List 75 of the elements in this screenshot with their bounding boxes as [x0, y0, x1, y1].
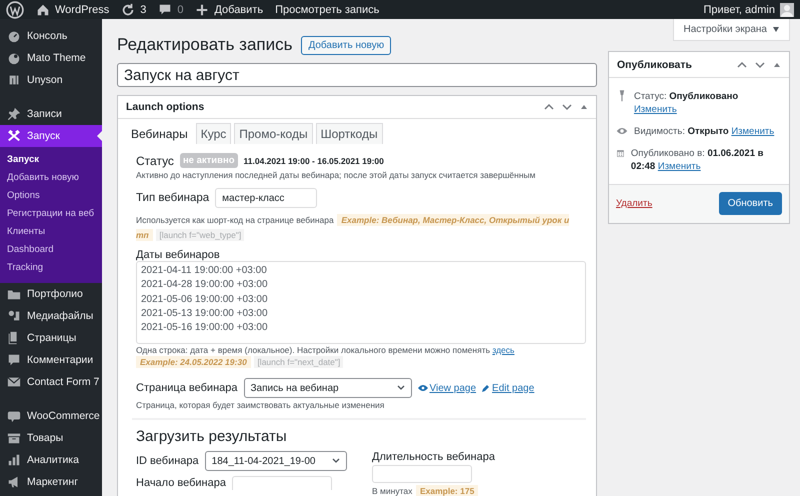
- tab[interactable]: Шорткоды: [316, 123, 383, 144]
- sidebar-menu-item[interactable]: Медиафайлы: [0, 305, 102, 327]
- webinar-type-field[interactable]: мастер-класс: [215, 188, 318, 208]
- sidebar-menu-item[interactable]: Страницы: [0, 327, 102, 349]
- screen-options-button[interactable]: Настройки экрана: [672, 19, 790, 41]
- sidebar-menu-item[interactable]: Mato Theme: [0, 47, 102, 69]
- help-text: В минутах: [372, 486, 412, 496]
- post-title-field[interactable]: Запуск на август: [117, 63, 597, 87]
- sidebar-menu-item[interactable]: Маркетинг: [0, 471, 102, 493]
- field-label: Начало вебинара: [136, 477, 226, 489]
- panel-title: Опубликовать: [617, 58, 693, 70]
- submenu-item[interactable]: Dashboard: [0, 241, 102, 259]
- date-range-text: 11.04.2021 19:00 - 16.05.2021 19:00: [244, 156, 384, 166]
- sidebar-menu-item[interactable]: Записи: [0, 103, 102, 125]
- field-label: Тип вебинара: [136, 192, 210, 204]
- status-badge: не активно: [180, 153, 238, 168]
- sidebar-menu-item[interactable]: WooCommerce: [0, 405, 102, 427]
- site-name-link[interactable]: WordPress: [55, 4, 110, 16]
- sidebar-menu-item[interactable]: Комментарии: [0, 349, 102, 371]
- submenu-item[interactable]: Запуск: [0, 151, 102, 169]
- submenu-item[interactable]: Tracking: [0, 259, 102, 277]
- sidebar-menu-item[interactable]: Консоль: [0, 25, 102, 47]
- submenu-item[interactable]: Добавить новую: [0, 169, 102, 187]
- sidebar-menu-item[interactable]: Аналитика: [0, 449, 102, 471]
- date-line: 2021-04-28 19:00:00 +03:00: [141, 278, 268, 292]
- shortcode-text: [launch f="next_date"]: [254, 356, 344, 368]
- help-text: Активно до наступления последней даты вебинара; после этой даты запуск считается завершённым: [136, 170, 536, 180]
- update-button[interactable]: Обновить: [718, 192, 782, 215]
- edit-page-link[interactable]: Edit page: [482, 382, 534, 394]
- field-label: ID вебинара: [136, 455, 199, 467]
- help-text: Страница, которая будет заимствовать актуальные изменения: [136, 400, 386, 410]
- view-post-link[interactable]: Просмотреть запись: [275, 4, 380, 16]
- field-label: Длительность вебинара: [372, 451, 495, 463]
- field-label: Статус: [136, 154, 174, 168]
- sidebar-menu-item[interactable]: Unyson: [0, 69, 102, 91]
- date-line: 2021-05-16 19:00:00 +03:00: [141, 321, 268, 336]
- date-line: 2021-05-13 19:00:00 +03:00: [141, 306, 268, 321]
- publish-info-text: Статус: Опубликовано Изменить: [634, 90, 740, 116]
- webinar-page-select[interactable]: Запись на вебинар: [244, 378, 412, 398]
- help-text: Используется как шорт-код на странице вебинара: [136, 215, 334, 225]
- example-text: Example: 24.05.2022 19:30: [136, 356, 251, 368]
- help-text: Одна строка: дата + время (локальное). Настройки локального времени можно поменять здесь: [136, 345, 516, 355]
- updates-count[interactable]: 3: [140, 4, 146, 16]
- greeting-text[interactable]: Привет, admin: [703, 4, 775, 16]
- date-line: 2021-04-11 19:00:00 +03:00: [141, 264, 268, 278]
- edit-link[interactable]: Изменить: [731, 126, 774, 137]
- publish-info-text: Видимость: Открыто Изменить: [634, 125, 774, 138]
- comments-count[interactable]: 0: [177, 4, 184, 16]
- sidebar-menu-item[interactable]: Портфолио: [0, 283, 102, 305]
- tab[interactable]: Промо-коды: [234, 123, 313, 144]
- field-label: Даты вебинаров: [136, 249, 221, 261]
- delete-link[interactable]: Удалить: [616, 198, 652, 209]
- field-label: Страница вебинара: [136, 382, 238, 394]
- page-title: Редактировать запись: [117, 35, 292, 55]
- submenu-item[interactable]: Клиенты: [0, 223, 102, 241]
- shortcode-text: [launch f="web_type"]: [156, 229, 244, 241]
- example-text: Example: 175: [416, 485, 478, 496]
- publish-info-text: Опубликовано в: 01.06.2021 в 02:48 Изменить: [630, 147, 764, 173]
- webinar-dates-textarea[interactable]: 2021-04-11 19:00:00 +03:00 2021-04-28 19:00:00 +03:00 2021-05-06 19:00:00 +03:00 2021-05-13 19:00:00 +03:00 2021-05-16 19:00:00 +03:00: [136, 261, 586, 344]
- edit-link[interactable]: Изменить: [634, 104, 677, 115]
- submenu-item[interactable]: Регистрации на веб: [0, 205, 102, 223]
- add-new-button[interactable]: Добавить новую: [301, 36, 392, 54]
- submenu-item[interactable]: Options: [0, 187, 102, 205]
- edit-link[interactable]: Изменить: [658, 161, 701, 172]
- add-new-link[interactable]: Добавить: [214, 4, 264, 16]
- sidebar-menu-item[interactable]: Товары: [0, 427, 102, 449]
- settings-link[interactable]: здесь: [492, 345, 514, 355]
- sidebar-menu-item[interactable]: Contact Form 7: [0, 371, 102, 393]
- date-line: 2021-05-06 19:00:00 +03:00: [141, 292, 268, 307]
- section-heading: Загрузить результаты: [136, 428, 288, 445]
- view-page-link[interactable]: View page: [418, 382, 476, 394]
- sidebar-menu-item[interactable]: Запуск: [0, 125, 102, 147]
- webinar-id-select[interactable]: 184_11-04-2021_19-00: [204, 451, 347, 471]
- panel-title: Launch options: [126, 101, 206, 113]
- tab[interactable]: Курс: [196, 123, 232, 144]
